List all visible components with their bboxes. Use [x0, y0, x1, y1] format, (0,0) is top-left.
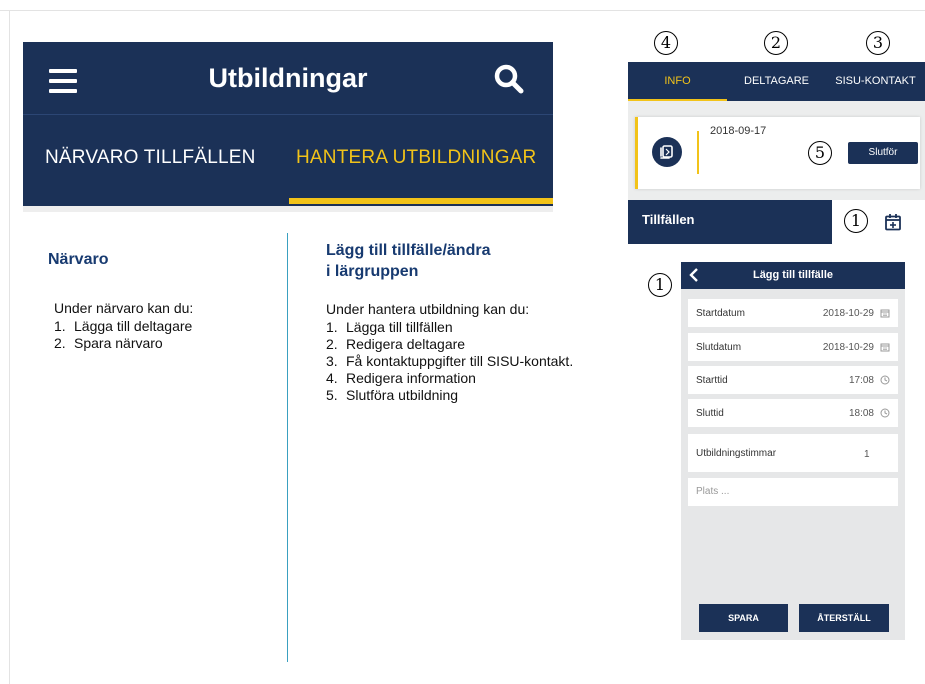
tab-deltagare[interactable]: DELTAGARE — [727, 62, 826, 101]
hantera-list: 1. Lägga till tillfällen 2. Redigera delta… — [326, 319, 588, 404]
app-bar-shadow — [23, 206, 553, 212]
tab-sisu-kontakt[interactable]: SISU-KONTAKT — [826, 62, 925, 101]
copy-icon[interactable] — [652, 137, 682, 167]
utbildningstimmar-field[interactable]: Utbildningstimmar 1 — [688, 434, 898, 472]
tillfallen-label: Tillfällen — [642, 212, 695, 227]
tab-hantera-utbildningar[interactable]: HANTERA UTBILDNINGAR — [296, 147, 536, 169]
plats-field[interactable]: Plats ... — [688, 478, 898, 506]
field-label: Utbildningstimmar — [696, 448, 777, 459]
tab-info[interactable]: INFO — [628, 62, 727, 101]
marker-calendar: 1 — [844, 209, 868, 233]
narvaro-heading: Närvaro — [48, 251, 109, 268]
field-label: Startdatum — [696, 308, 745, 319]
calendar-icon — [880, 343, 890, 352]
list-item: 1. Lägga till deltagare — [54, 318, 193, 334]
marker-dialog: 1 — [648, 273, 672, 297]
calendar-icon — [880, 309, 890, 318]
frame-top-border — [0, 10, 925, 11]
field-value: 17:08 — [848, 375, 874, 386]
field-value: 2018-10-29 — [822, 342, 874, 353]
card-accent-line — [697, 131, 699, 174]
card-date: 2018-09-17 — [710, 125, 767, 137]
tab-narvaro-tillfallen[interactable]: NÄRVARO TILLFÄLLEN — [45, 147, 256, 169]
marker-info: 4 — [654, 31, 678, 55]
app-title: Utbildningar — [208, 63, 368, 93]
marker-slutfor: 5 — [808, 141, 832, 165]
list-item: 2. Spara närvaro — [54, 335, 163, 351]
plats-placeholder: Plats ... — [696, 486, 730, 497]
list-item: 1. Lägga till tillfällen — [326, 319, 453, 335]
app-bar-divider — [23, 114, 553, 115]
hantera-heading: Lägg till tillfälle/ändra i lärgruppen — [326, 242, 491, 280]
info-card: 2018-09-17 Slutför — [635, 117, 920, 189]
reset-button[interactable]: ÅTERSTÄLL — [799, 604, 889, 632]
calendar-add-icon[interactable] — [884, 213, 902, 231]
narvaro-intro: Under närvaro kan du: — [54, 300, 194, 316]
hantera-intro: Under hantera utbildning kan du: — [326, 301, 530, 317]
slutfor-button[interactable]: Slutför — [848, 142, 918, 164]
frame-left-border — [9, 10, 10, 684]
field-value: 18:08 — [848, 408, 874, 419]
save-button[interactable]: SPARA — [699, 604, 788, 632]
list-item: 5. Slutföra utbildning — [326, 387, 459, 403]
list-item: 2. Redigera deltagare — [326, 336, 466, 352]
startdatum-field[interactable]: Startdatum 2018-10-29 — [688, 299, 898, 327]
clock-icon — [880, 375, 890, 385]
detail-tab-bar: INFO DELTAGARE SISU-KONTAKT — [628, 62, 925, 102]
active-tab-indicator — [289, 198, 553, 204]
field-value: 1 — [864, 449, 870, 460]
tillfallen-bar: Tillfällen — [628, 200, 925, 244]
field-label: Starttid — [696, 375, 728, 386]
field-value: 2018-10-29 — [822, 308, 874, 319]
marker-deltagare: 2 — [764, 31, 788, 55]
starttid-field[interactable]: Starttid 17:08 — [688, 366, 898, 394]
field-label: Sluttid — [696, 408, 724, 419]
list-item: 4. Redigera information — [326, 370, 476, 386]
list-item: 3. Få kontaktuppgifter till SISU-kontakt. — [326, 353, 574, 369]
narvaro-list: 1. Lägga till deltagare 2. Spara närvaro — [54, 318, 192, 352]
field-label: Slutdatum — [696, 342, 742, 353]
app-bar: Utbildningar NÄRVARO TILLFÄLLEN HANTERA … — [23, 42, 553, 206]
column-divider — [287, 233, 288, 662]
sluttid-field[interactable]: Sluttid 18:08 — [688, 399, 898, 427]
clock-icon — [880, 408, 890, 418]
search-icon[interactable] — [489, 60, 529, 100]
marker-sisu: 3 — [866, 31, 890, 55]
dialog-header: Lägg till tillfälle — [681, 262, 905, 289]
dialog-title: Lägg till tillfälle — [752, 269, 834, 281]
slutdatum-field[interactable]: Slutdatum 2018-10-29 — [688, 333, 898, 361]
